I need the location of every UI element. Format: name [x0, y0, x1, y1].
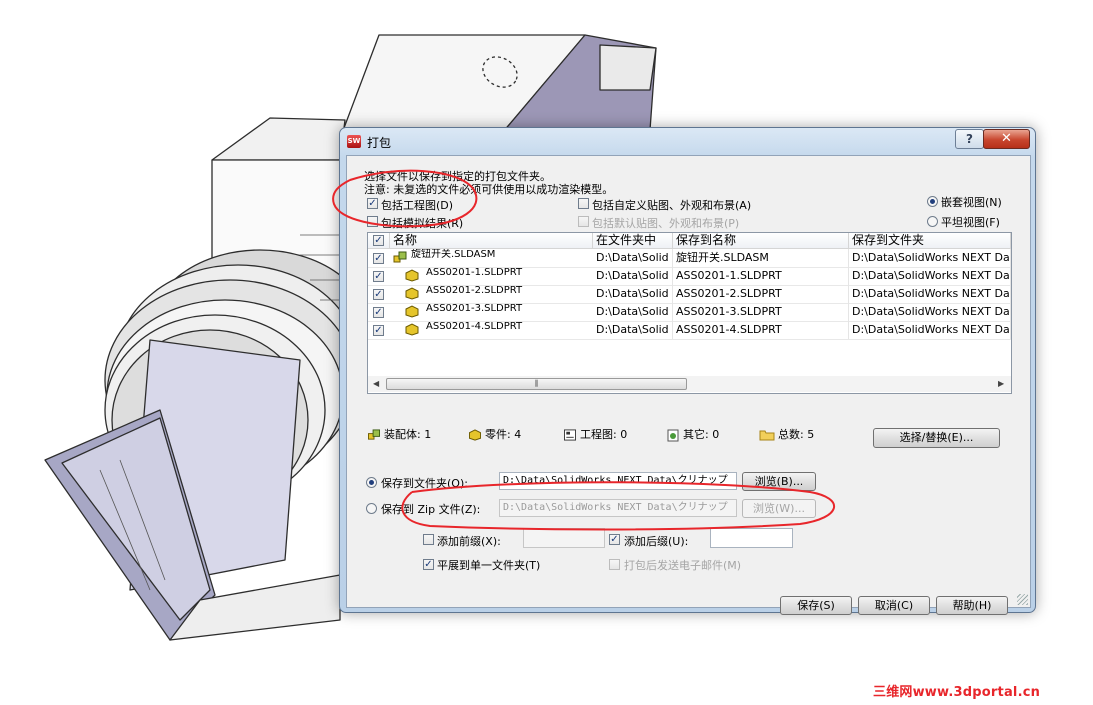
annotation-circle-prefix-suffix	[401, 481, 835, 531]
annotation-circle-drawings	[332, 169, 478, 228]
annotation-layer	[332, 169, 835, 531]
watermark-text: 三维网www.3dportal.cn	[873, 685, 1041, 700]
